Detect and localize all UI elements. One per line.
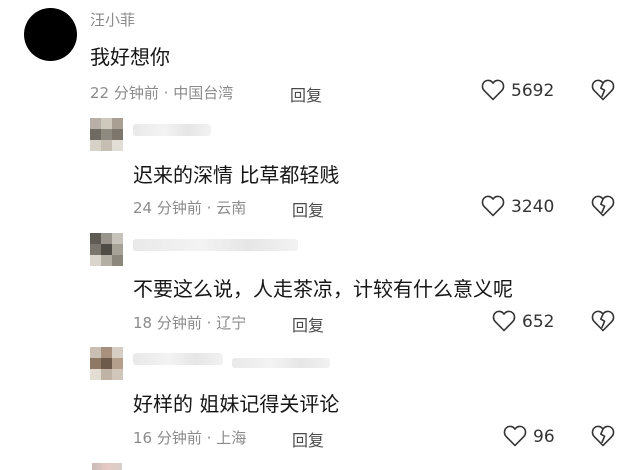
- like-count: 3240: [511, 197, 555, 217]
- comment-location: 辽宁: [216, 314, 247, 332]
- avatar[interactable]: [92, 463, 122, 470]
- comment-location: 云南: [216, 199, 247, 217]
- comment-location: 上海: [216, 429, 247, 447]
- comment-time: 22 分钟前: [90, 84, 159, 102]
- broken-heart-icon[interactable]: [591, 195, 615, 217]
- broken-heart-icon[interactable]: [591, 425, 615, 447]
- broken-heart-icon[interactable]: [591, 79, 615, 101]
- like-count: 5692: [511, 81, 555, 101]
- broken-heart-icon[interactable]: [591, 310, 615, 332]
- meta-separator: ·: [163, 84, 169, 102]
- meta-separator: ·: [206, 314, 212, 332]
- comment-username-extra: [232, 358, 330, 368]
- like-count: 96: [533, 427, 555, 447]
- avatar[interactable]: [90, 233, 123, 266]
- comment-meta: 16 分钟前 · 上海: [133, 427, 246, 448]
- heart-icon[interactable]: [503, 425, 527, 447]
- comment-time: 18 分钟前: [133, 314, 202, 332]
- comment-text: 不要这么说，人走茶凉，计较有什么意义呢: [133, 277, 513, 301]
- heart-icon[interactable]: [481, 79, 505, 101]
- comment-username[interactable]: [133, 353, 223, 365]
- comment-text: 我好想你: [90, 45, 170, 69]
- comment-text: 好样的 姐妹记得关评论: [133, 392, 340, 416]
- comment-username[interactable]: 汪小菲: [90, 9, 135, 30]
- reply-button[interactable]: 回复: [292, 197, 324, 221]
- comment-time: 24 分钟前: [133, 199, 202, 217]
- comment-location: 中国台湾: [173, 84, 234, 102]
- comment-text: 迟来的深情 比草都轻贱: [133, 163, 340, 187]
- avatar[interactable]: [24, 8, 77, 61]
- meta-separator: ·: [206, 199, 212, 217]
- heart-icon[interactable]: [481, 195, 505, 217]
- comment-username[interactable]: [133, 124, 211, 136]
- like-count: 652: [522, 312, 555, 332]
- reply-button[interactable]: 回复: [292, 312, 324, 336]
- avatar[interactable]: [90, 118, 123, 151]
- comment-time: 16 分钟前: [133, 429, 202, 447]
- comment-username[interactable]: [133, 239, 298, 251]
- meta-separator: ·: [206, 429, 212, 447]
- comment-meta: 22 分钟前 · 中国台湾: [90, 82, 233, 103]
- avatar[interactable]: [90, 347, 123, 380]
- comment-meta: 24 分钟前 · 云南: [133, 197, 246, 218]
- heart-icon[interactable]: [492, 310, 516, 332]
- reply-button[interactable]: 回复: [290, 82, 322, 106]
- reply-button[interactable]: 回复: [292, 427, 324, 451]
- comment-meta: 18 分钟前 · 辽宁: [133, 312, 246, 333]
